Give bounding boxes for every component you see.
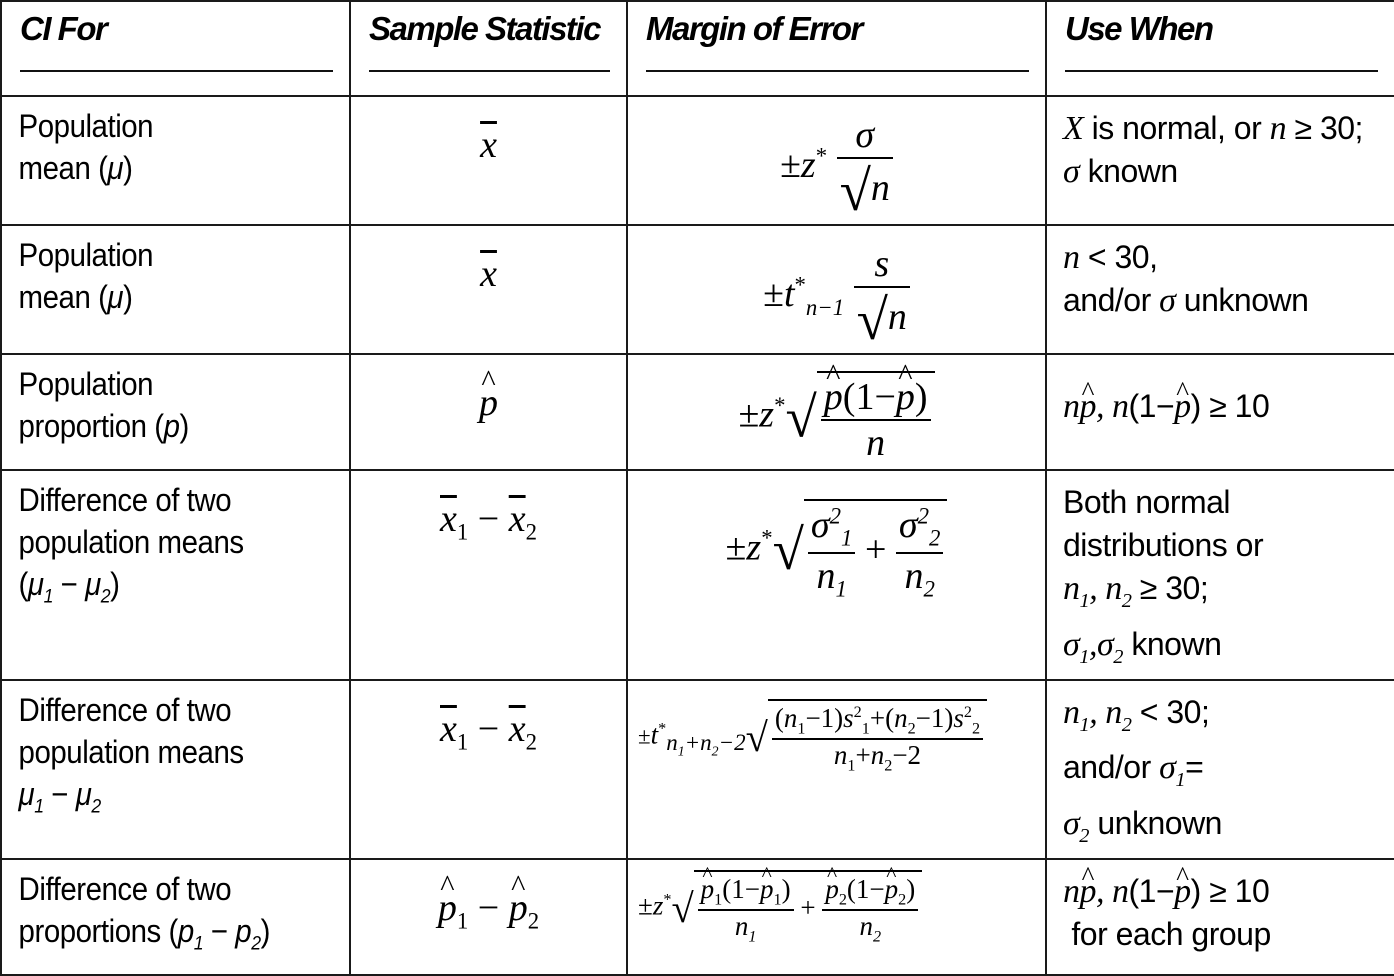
header-rule: [369, 70, 610, 72]
sample-statistic-cell: x1 − x2: [349, 678, 628, 860]
header-rule: [1065, 70, 1378, 72]
ci-for-text: Difference of two: [18, 691, 232, 728]
sample-statistic-cell: x: [349, 224, 628, 355]
ci-for-cell: Population mean (μ): [0, 95, 351, 226]
margin-of-error-formula: ±t*n−1 s √n: [628, 226, 1045, 353]
header-use-when: Use When: [1045, 0, 1394, 97]
ci-for-text: population means: [18, 524, 245, 560]
sample-statistic: x: [480, 253, 497, 295]
header-ci-for: CI For: [0, 0, 351, 97]
table-row: Difference of twoproportions (p1 − p2) p…: [0, 855, 1394, 976]
ci-for-text: Difference of two: [18, 870, 232, 907]
ci-for-text: population means: [18, 733, 245, 770]
margin-of-error-formula: ±z* σ √n: [628, 97, 1045, 224]
use-when-cell: np, n(1−p) ≥ 10: [1045, 353, 1394, 471]
margin-of-error-formula: ±t*n1+n2−2√ (n1−1)s21+(n2−1)s22 n1+n2−2: [628, 681, 1045, 776]
table-row: Population mean (μ) x ±z* σ √n X is normal…: [0, 95, 1394, 226]
ci-for-text: Population: [18, 237, 154, 273]
sample-statistic: p: [351, 355, 626, 425]
use-when-cell: np, n(1−p) ≥ 10 for each group: [1045, 855, 1394, 976]
margin-of-error-cell: ±z* σ √n: [626, 95, 1047, 226]
sample-statistic: p1 − p2: [351, 860, 626, 935]
header-rule: [20, 70, 333, 72]
sample-statistic-cell: x1 − x2: [349, 469, 628, 681]
use-when-text: X is normal, or n ≥ 30; σ known: [1063, 110, 1363, 190]
sample-statistic: x1 − x2: [440, 498, 537, 545]
table-row: Populationproportion (p) p ±z*√p(1−p)n n…: [0, 353, 1394, 471]
margin-of-error-cell: ±t*n1+n2−2√ (n1−1)s21+(n2−1)s22 n1+n2−2: [626, 678, 1047, 860]
use-when-text: n1, n2 < 30; and/or σ1= σ2 unknown: [1063, 693, 1222, 847]
sample-statistic: x: [480, 124, 497, 166]
ci-for-text: Population: [18, 366, 154, 402]
margin-of-error-cell: ±z*√p1(1−p1)n1 + p2(1−p2)n2: [626, 857, 1047, 976]
margin-of-error-cell: ±z*√ σ21 n1 + σ22 n2: [626, 469, 1047, 681]
ci-for-cell: Population mean (μ): [0, 224, 351, 355]
header-label: CI For: [20, 10, 108, 47]
ci-for-text: Population: [18, 108, 154, 144]
table-row: Difference of two population means (μ1 − μ…: [0, 469, 1394, 681]
margin-of-error-cell: ±z*√p(1−p)n: [626, 353, 1047, 471]
sample-statistic: x1 − x2: [440, 707, 537, 755]
header-margin-of-error: Margin of Error: [626, 0, 1047, 97]
sample-statistic-cell: p1 − p2: [349, 857, 628, 976]
use-when-text: n < 30, and/or σ unknown: [1063, 239, 1309, 319]
ci-for-text: mean (: [18, 279, 108, 315]
use-when-cell: n1, n2 < 30; and/or σ1= σ2 unknown: [1045, 678, 1394, 860]
sample-statistic-cell: p: [349, 353, 628, 471]
use-when-cell: n < 30, and/or σ unknown: [1045, 224, 1394, 355]
header-label: Use When: [1065, 10, 1214, 47]
use-when-text: Both normal distributions or n1, n2 ≥ 30; σ…: [1063, 484, 1264, 668]
header-label: Margin of Error: [646, 10, 863, 47]
ci-for-text: proportions (: [18, 912, 179, 949]
ci-for-cell: Difference of two population means (μ1 − μ…: [0, 469, 351, 681]
header-row: CI For Sample Statistic Margin of Error …: [0, 0, 1394, 97]
table-row: Difference of two population means μ1 − μ2…: [0, 678, 1394, 860]
ci-for-text: mean (: [18, 150, 108, 186]
header-rule: [646, 70, 1029, 72]
ci-for-cell: Difference of two population means μ1 − μ2: [0, 678, 351, 860]
confidence-interval-table: CI For Sample Statistic Margin of Error …: [0, 0, 1394, 976]
margin-of-error-formula: ±z*√ σ21 n1 + σ22 n2: [628, 471, 1045, 602]
mu-symbol: μ: [107, 150, 124, 186]
ci-for-text: Difference of two: [18, 482, 232, 518]
header-label: Sample Statistic: [369, 10, 601, 47]
use-when-text: np, n(1−p) ≥ 10 for each group: [1047, 855, 1394, 956]
use-when-cell: X is normal, or n ≥ 30; σ known: [1045, 95, 1394, 226]
margin-of-error-cell: ±t*n−1 s √n: [626, 224, 1047, 355]
ci-for-cell: Population proportion (p): [0, 353, 351, 471]
mu-symbol: μ: [107, 279, 124, 315]
use-when-cell: Both normal distributions or n1, n2 ≥ 30; σ…: [1045, 469, 1394, 681]
margin-of-error-formula: ±z*√p1(1−p1)n1 + p2(1−p2)n2: [628, 860, 1045, 947]
ci-for-cell: Difference of two proportions (p1 − p2): [0, 857, 351, 976]
margin-of-error-formula: ±z*√p(1−p)n: [628, 355, 1045, 465]
table-row: Population mean (μ) x ±t*n−1 s √n n < 30, a…: [0, 224, 1394, 355]
use-when-text: np, n(1−p) ≥ 10: [1047, 355, 1394, 428]
ci-for-text: proportion (: [18, 408, 164, 444]
sample-statistic-cell: x: [349, 95, 628, 226]
header-sample-statistic: Sample Statistic: [349, 0, 628, 97]
